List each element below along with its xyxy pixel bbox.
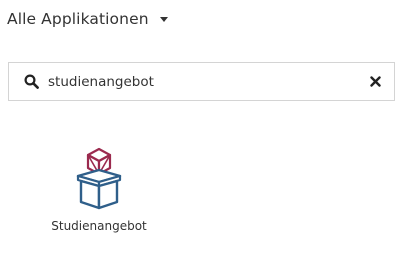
application-filter-label: Alle Applikationen: [7, 10, 149, 28]
application-filter-dropdown[interactable]: Alle Applikationen: [7, 8, 168, 30]
search-input[interactable]: [48, 69, 348, 94]
search-box: [8, 62, 395, 101]
application-tile-studienangebot[interactable]: Studienangebot: [40, 146, 158, 246]
box-icon: [74, 146, 124, 212]
clear-search-icon[interactable]: [369, 76, 381, 88]
caret-down-icon: [159, 17, 168, 22]
application-launcher: Alle Applikationen studienangebot Studie…: [0, 0, 400, 259]
application-tile-label: Studienangebot: [51, 219, 147, 233]
search-icon: [23, 74, 39, 90]
